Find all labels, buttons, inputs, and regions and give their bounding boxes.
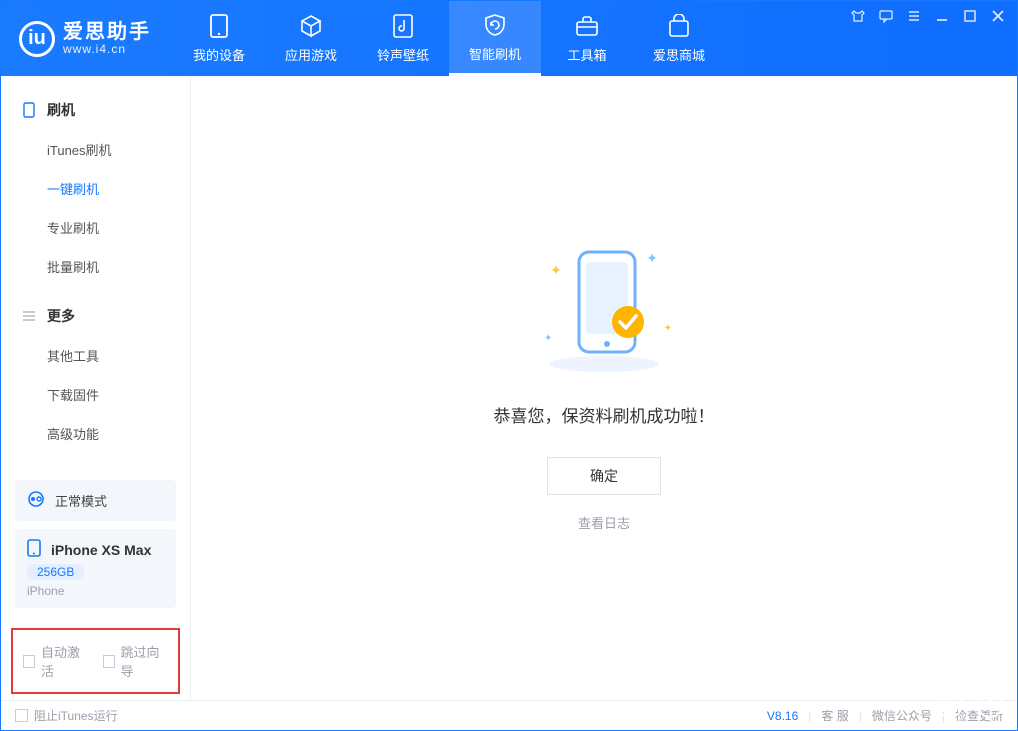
- ok-button[interactable]: 确定: [547, 457, 661, 495]
- download-button[interactable]: [937, 692, 963, 718]
- checkbox-icon: [103, 655, 115, 668]
- sidebar-item-pro[interactable]: 专业刷机: [1, 208, 190, 247]
- sidebar-item-itunes[interactable]: iTunes刷机: [1, 130, 190, 169]
- nav-toolbox[interactable]: 工具箱: [541, 1, 633, 76]
- list-icon: [21, 308, 37, 324]
- device-name: iPhone XS Max: [51, 542, 151, 558]
- sidebar-item-other[interactable]: 其他工具: [1, 336, 190, 375]
- menu-icon[interactable]: [905, 7, 923, 25]
- skip-guide-checkbox[interactable]: 跳过向导: [103, 642, 169, 680]
- mode-icon: [27, 490, 45, 511]
- feedback-icon[interactable]: [877, 7, 895, 25]
- account-button[interactable]: [977, 692, 1003, 718]
- logo-url: www.i4.cn: [63, 42, 151, 56]
- maximize-button[interactable]: [961, 7, 979, 25]
- success-illustration: ✦ ✦ ✦ ✦: [524, 244, 684, 374]
- nav-store[interactable]: 爱思商城: [633, 1, 725, 76]
- bag-icon: [666, 13, 692, 39]
- sidebar-category-flash: 刷机: [1, 90, 190, 130]
- device-type: iPhone: [27, 584, 64, 598]
- device-capacity: 256GB: [27, 564, 84, 580]
- nav-label: 应用游戏: [285, 45, 337, 64]
- sidebar-category-more: 更多: [1, 296, 190, 336]
- app-logo: iu 爱思助手 www.i4.cn: [1, 21, 173, 57]
- checkbox-icon: [15, 709, 28, 722]
- sidebar-item-batch[interactable]: 批量刷机: [1, 247, 190, 286]
- version-label: V8.16: [767, 709, 798, 723]
- music-file-icon: [390, 13, 416, 39]
- nav-label: 爱思商城: [653, 45, 705, 64]
- nav-ringtones[interactable]: 铃声壁纸: [357, 1, 449, 76]
- nav-label: 我的设备: [193, 45, 245, 64]
- close-button[interactable]: [989, 7, 1007, 25]
- block-itunes-checkbox[interactable]: 阻止iTunes运行: [15, 707, 118, 724]
- nav-label: 工具箱: [567, 45, 606, 64]
- logo-icon: iu: [19, 21, 55, 57]
- device-icon: [27, 539, 41, 560]
- checkbox-icon: [23, 655, 35, 668]
- mode-card[interactable]: 正常模式: [15, 480, 176, 521]
- success-message: 恭喜您，保资料刷机成功啦！: [494, 402, 715, 427]
- sparkle-icon: ✦: [646, 250, 658, 267]
- view-log-link[interactable]: 查看日志: [578, 513, 630, 532]
- sparkle-icon: ✦: [544, 333, 552, 344]
- logo-title: 爱思助手: [63, 22, 151, 42]
- sidebar-item-firmware[interactable]: 下载固件: [1, 375, 190, 414]
- skin-icon[interactable]: [849, 7, 867, 25]
- sidebar: 刷机 iTunes刷机 一键刷机 专业刷机 批量刷机 更多 其他工具 下载固件 …: [1, 76, 191, 700]
- minimize-button[interactable]: [933, 7, 951, 25]
- window-controls: [849, 7, 1007, 25]
- sidebar-item-advanced[interactable]: 高级功能: [1, 414, 190, 453]
- nav-flash[interactable]: 智能刷机: [449, 1, 541, 76]
- footer-bar: 阻止iTunes运行 V8.16 | 客 服 | 微信公众号 | 检查更新: [1, 700, 1017, 730]
- toolbox-icon: [574, 13, 600, 39]
- flash-options-highlight: 自动激活 跳过向导: [11, 628, 180, 694]
- support-link[interactable]: 客 服: [821, 707, 848, 724]
- nav-apps[interactable]: 应用游戏: [265, 1, 357, 76]
- phone-outline-icon: [21, 102, 37, 118]
- cube-icon: [298, 13, 324, 39]
- shield-refresh-icon: [482, 12, 508, 38]
- main-content: ✦ ✦ ✦ ✦ 恭喜您，保资料刷机成功啦！ 确定 查看日志: [191, 76, 1017, 700]
- sidebar-category-label: 刷机: [47, 100, 75, 120]
- phone-icon: [206, 13, 232, 39]
- wechat-link[interactable]: 微信公众号: [872, 707, 932, 724]
- top-nav: 我的设备 应用游戏 铃声壁纸 智能刷机 工具箱: [173, 1, 725, 76]
- nav-my-device[interactable]: 我的设备: [173, 1, 265, 76]
- nav-label: 智能刷机: [469, 44, 521, 63]
- mode-label: 正常模式: [55, 491, 107, 510]
- sidebar-item-oneclick[interactable]: 一键刷机: [1, 169, 190, 208]
- header-right-actions: [937, 692, 1003, 718]
- header-bar: iu 爱思助手 www.i4.cn 我的设备 应用游戏 铃声壁纸: [1, 1, 1017, 76]
- device-card[interactable]: iPhone XS Max 256GB iPhone: [15, 529, 176, 608]
- sidebar-category-label: 更多: [47, 306, 75, 326]
- sparkle-icon: ✦: [664, 323, 672, 334]
- sparkle-icon: ✦: [550, 262, 562, 279]
- auto-activate-checkbox[interactable]: 自动激活: [23, 642, 89, 680]
- nav-label: 铃声壁纸: [377, 45, 429, 64]
